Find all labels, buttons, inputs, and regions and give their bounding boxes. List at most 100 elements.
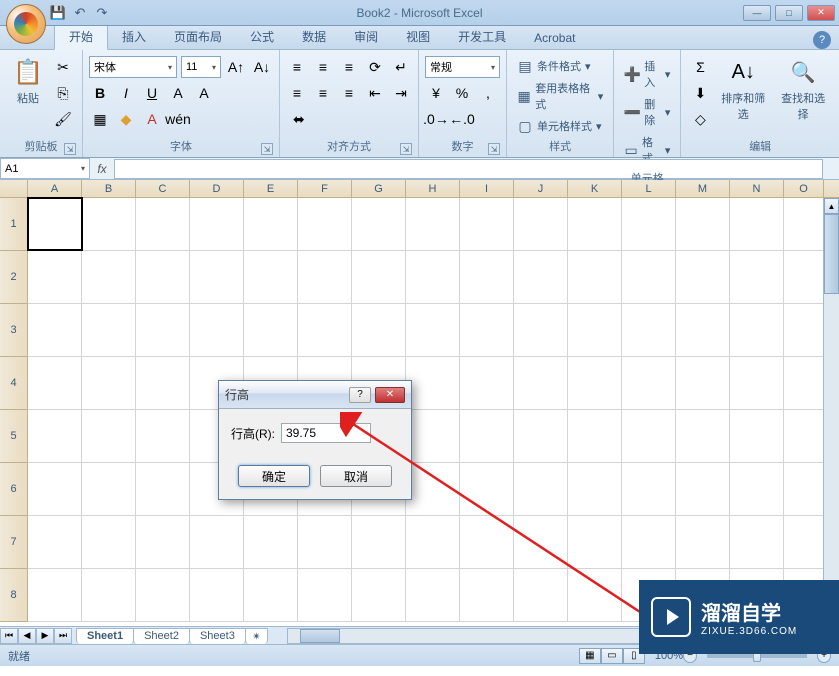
scroll-up-icon[interactable]: ▲ [824, 198, 839, 214]
sheet-nav-first[interactable]: ⏮ [0, 628, 18, 644]
conditional-format-button[interactable]: ▤条件格式 ▾ [513, 56, 607, 76]
paste-button[interactable]: 📋 粘贴 [6, 52, 50, 136]
cell[interactable] [82, 410, 136, 462]
cell[interactable] [82, 516, 136, 568]
cell[interactable] [28, 251, 82, 303]
italic-icon[interactable]: I [115, 82, 137, 104]
office-button[interactable] [6, 4, 46, 44]
cell[interactable] [136, 198, 190, 250]
cell[interactable] [190, 304, 244, 356]
cell[interactable] [676, 463, 730, 515]
cell[interactable] [298, 569, 352, 621]
row-5[interactable]: 5 [0, 410, 28, 463]
cell[interactable] [622, 198, 676, 250]
find-select-button[interactable]: 🔍 查找和选择 [773, 52, 833, 136]
copy-icon[interactable]: ⎘ [52, 82, 74, 104]
sheet-nav-next[interactable]: ▶ [36, 628, 54, 644]
cell[interactable] [28, 357, 82, 409]
cell[interactable] [730, 410, 784, 462]
cell[interactable] [82, 569, 136, 621]
undo-icon[interactable]: ↶ [72, 5, 88, 21]
autosum-icon[interactable]: Σ [689, 56, 711, 78]
orientation-icon[interactable]: ⟳ [364, 56, 386, 78]
increase-font-icon[interactable]: A↑ [225, 56, 247, 78]
col-A[interactable]: A [28, 180, 82, 197]
cell[interactable] [568, 357, 622, 409]
cell[interactable] [568, 251, 622, 303]
cell[interactable] [460, 198, 514, 250]
cell[interactable] [244, 569, 298, 621]
format-painter-icon[interactable]: 🖌 [52, 108, 74, 130]
cell[interactable] [136, 357, 190, 409]
new-sheet-button[interactable]: ✴ [245, 628, 268, 644]
align-left-icon[interactable]: ≡ [286, 82, 308, 104]
cell[interactable] [622, 304, 676, 356]
tab-insert[interactable]: 插入 [108, 24, 160, 49]
cell[interactable] [676, 516, 730, 568]
cell[interactable] [460, 304, 514, 356]
col-M[interactable]: M [676, 180, 730, 197]
cell[interactable] [676, 198, 730, 250]
cell[interactable] [460, 357, 514, 409]
cell[interactable] [676, 357, 730, 409]
comma-icon[interactable]: , [477, 82, 499, 104]
cell[interactable] [136, 516, 190, 568]
cell[interactable] [244, 198, 298, 250]
cell[interactable] [676, 304, 730, 356]
cell[interactable] [82, 463, 136, 515]
cell[interactable] [190, 569, 244, 621]
row-6[interactable]: 6 [0, 463, 28, 516]
tab-view[interactable]: 视图 [392, 24, 444, 49]
fx-icon[interactable]: fx [90, 162, 114, 176]
font-name-combo[interactable]: 宋体▾ [89, 56, 177, 78]
vertical-scrollbar[interactable]: ▲ ▼ [823, 198, 839, 626]
row-height-input[interactable] [281, 423, 371, 443]
cell[interactable] [622, 410, 676, 462]
cell[interactable] [244, 516, 298, 568]
name-box[interactable]: A1▾ [0, 158, 90, 179]
align-bottom-icon[interactable]: ≡ [338, 56, 360, 78]
cell[interactable] [352, 251, 406, 303]
cell-A1[interactable] [28, 198, 82, 250]
phonetic-icon[interactable]: wén [167, 108, 189, 130]
cell[interactable] [514, 198, 568, 250]
fill-color-icon[interactable]: ◆ [115, 108, 137, 130]
cell[interactable] [82, 251, 136, 303]
formula-input[interactable] [114, 159, 823, 179]
cell[interactable] [406, 251, 460, 303]
insert-cells-button[interactable]: ➕插入 ▾ [620, 56, 674, 92]
cell[interactable] [136, 569, 190, 621]
align-right-icon[interactable]: ≡ [338, 82, 360, 104]
cell[interactable] [190, 516, 244, 568]
alignment-dialog-launcher[interactable]: ⇲ [400, 143, 412, 155]
dialog-titlebar[interactable]: 行高 ? ✕ [219, 381, 411, 409]
cell[interactable] [730, 516, 784, 568]
help-icon[interactable]: ? [813, 31, 831, 49]
cell[interactable] [622, 463, 676, 515]
cell[interactable] [406, 357, 460, 409]
cancel-button[interactable]: 取消 [320, 465, 392, 487]
save-icon[interactable]: 💾 [50, 5, 66, 21]
cut-icon[interactable]: ✂ [52, 56, 74, 78]
fill-icon[interactable]: ⬇ [689, 82, 711, 104]
align-middle-icon[interactable]: ≡ [312, 56, 334, 78]
currency-icon[interactable]: ¥ [425, 82, 447, 104]
cell[interactable] [730, 304, 784, 356]
col-G[interactable]: G [352, 180, 406, 197]
cell[interactable] [244, 304, 298, 356]
sort-filter-button[interactable]: A↓ 排序和筛选 [713, 52, 773, 136]
sheet-tab-1[interactable]: Sheet1 [76, 628, 134, 644]
border-icon[interactable]: ▦ [89, 108, 111, 130]
tab-page-layout[interactable]: 页面布局 [160, 24, 236, 49]
increase-decimal-icon[interactable]: .0→ [425, 108, 447, 130]
cell[interactable] [730, 357, 784, 409]
cell[interactable] [622, 251, 676, 303]
cell[interactable] [136, 251, 190, 303]
cell[interactable] [28, 516, 82, 568]
cell[interactable] [82, 198, 136, 250]
cell[interactable] [730, 463, 784, 515]
col-C[interactable]: C [136, 180, 190, 197]
scroll-thumb[interactable] [824, 214, 839, 294]
sheet-tab-3[interactable]: Sheet3 [189, 628, 246, 644]
bold-icon[interactable]: B [89, 82, 111, 104]
